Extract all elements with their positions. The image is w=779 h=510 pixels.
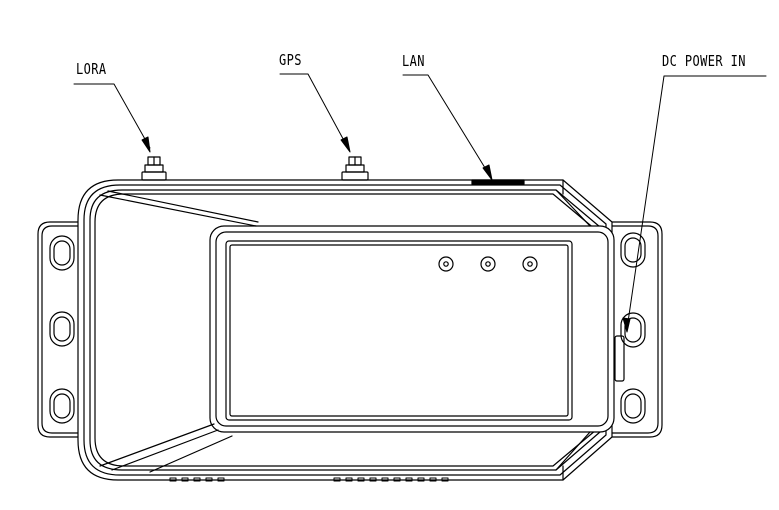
- leader-lan: [403, 75, 490, 176]
- leader-gps: [280, 74, 348, 148]
- arrow-icon: [623, 318, 630, 332]
- leader-dc-power-in: [628, 76, 766, 322]
- arrow-icon: [142, 137, 150, 152]
- lan-port: [472, 180, 524, 184]
- arrow-icon: [341, 137, 350, 152]
- enclosure-outline: [0, 0, 779, 510]
- gps-antenna-connector: [342, 157, 368, 180]
- device-drawing: LORA GPS LAN DC POWER IN: [0, 0, 779, 510]
- main-housing: [78, 180, 614, 480]
- left-mounting-bracket: [38, 222, 83, 437]
- dc-power-jack: [615, 336, 624, 381]
- right-mounting-bracket: [612, 222, 662, 437]
- leader-lora: [74, 84, 150, 148]
- lora-antenna-connector: [142, 157, 166, 180]
- arrow-icon: [483, 165, 492, 180]
